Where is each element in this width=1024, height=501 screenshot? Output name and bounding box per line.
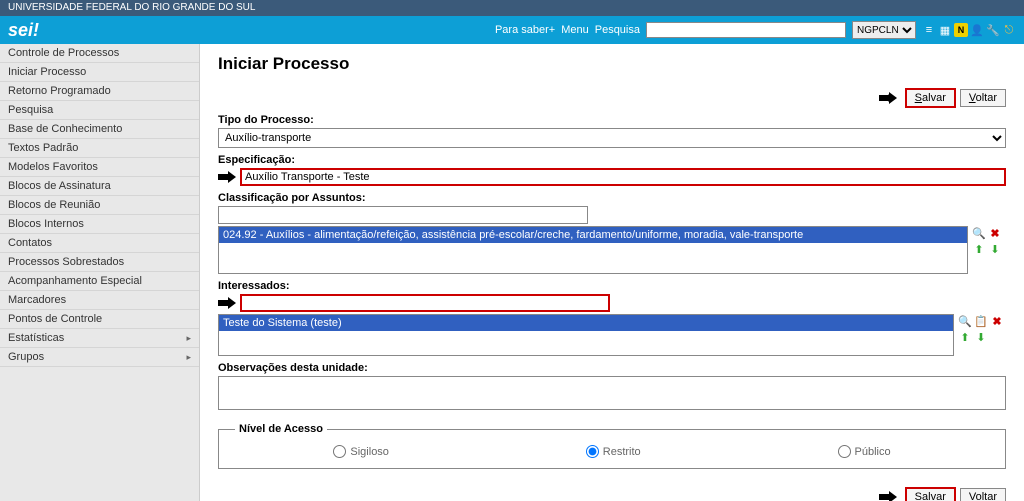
sidebar: Controle de Processos Iniciar Processo R… [0, 44, 200, 501]
delete-icon[interactable]: ✖ [990, 314, 1004, 328]
logo: sei! [8, 20, 39, 41]
interessados-label: Interessados: [218, 280, 1006, 292]
salvar-button-bottom[interactable]: Salvar [905, 487, 956, 501]
publico-radio[interactable] [838, 445, 851, 458]
restrito-radio-group[interactable]: Restrito [586, 445, 641, 458]
sidebar-item-blocos-reuniao[interactable]: Blocos de Reunião [0, 196, 199, 215]
sidebar-item-contatos[interactable]: Contatos [0, 234, 199, 253]
sidebar-item-grupos[interactable]: Grupos▸ [0, 348, 199, 367]
sigiloso-radio[interactable] [333, 445, 346, 458]
sidebar-item-textos-padrao[interactable]: Textos Padrão [0, 139, 199, 158]
user-icon[interactable]: 👤 [970, 23, 984, 37]
sigiloso-radio-group[interactable]: Sigiloso [333, 445, 389, 458]
search-icon[interactable]: 🔍 [958, 314, 972, 328]
move-down-icon[interactable]: ⬇ [974, 330, 988, 344]
classificacao-item[interactable]: 024.92 - Auxílios - alimentação/refeição… [219, 227, 967, 243]
arrow-annotation-icon [218, 297, 238, 309]
move-up-icon[interactable]: ⬆ [958, 330, 972, 344]
sidebar-item-controle-processos[interactable]: Controle de Processos [0, 44, 199, 63]
interessados-listbox[interactable]: Teste do Sistema (teste) [218, 314, 954, 356]
especificacao-input[interactable] [240, 168, 1006, 186]
arrow-annotation-icon [218, 171, 238, 183]
nivel-acesso-legend: Nível de Acesso [235, 423, 327, 435]
tipo-processo-select[interactable]: Auxílio-transporte [218, 128, 1006, 148]
voltar-button[interactable]: Voltar [960, 89, 1006, 107]
list-icon[interactable]: ≡ [922, 23, 936, 37]
novidades-icon[interactable]: N [954, 23, 968, 37]
institution-bar: UNIVERSIDADE FEDERAL DO RIO GRANDE DO SU… [0, 0, 1024, 16]
sidebar-item-base-conhecimento[interactable]: Base de Conhecimento [0, 120, 199, 139]
search-input[interactable] [646, 22, 846, 38]
page-title: Iniciar Processo [218, 54, 1006, 74]
sidebar-item-modelos-favoritos[interactable]: Modelos Favoritos [0, 158, 199, 177]
header-icons: ≡ ▦ N 👤 🔧 ⎋ [922, 23, 1016, 37]
observacoes-label: Observações desta unidade: [218, 362, 1006, 374]
classificacao-listbox[interactable]: 024.92 - Auxílios - alimentação/refeição… [218, 226, 968, 274]
sidebar-item-pontos-controle[interactable]: Pontos de Controle [0, 310, 199, 329]
exit-icon[interactable]: ⎋ [1002, 23, 1016, 37]
arrow-annotation-icon [879, 491, 901, 501]
move-up-icon[interactable]: ⬆ [972, 242, 986, 256]
menu-link[interactable]: Menu [561, 24, 589, 36]
sidebar-item-pesquisa[interactable]: Pesquisa [0, 101, 199, 120]
delete-icon[interactable]: ✖ [988, 226, 1002, 240]
main-content: Iniciar Processo Salvar Voltar Tipo do P… [200, 44, 1024, 501]
header: sei! Para saber+ Menu Pesquisa NGPCLN ≡ … [0, 16, 1024, 44]
sidebar-item-iniciar-processo[interactable]: Iniciar Processo [0, 63, 199, 82]
observacoes-textarea[interactable] [218, 376, 1006, 410]
para-saber-link[interactable]: Para saber+ [495, 24, 555, 36]
sidebar-item-blocos-internos[interactable]: Blocos Internos [0, 215, 199, 234]
interessados-search-input[interactable] [240, 294, 610, 312]
search-icon[interactable]: 🔍 [972, 226, 986, 240]
sidebar-item-blocos-assinatura[interactable]: Blocos de Assinatura [0, 177, 199, 196]
chevron-right-icon: ▸ [186, 333, 191, 344]
classificacao-label: Classificação por Assuntos: [218, 192, 1006, 204]
sidebar-item-marcadores[interactable]: Marcadores [0, 291, 199, 310]
move-down-icon[interactable]: ⬇ [988, 242, 1002, 256]
salvar-button[interactable]: Salvar [905, 88, 956, 108]
restrito-radio[interactable] [586, 445, 599, 458]
sidebar-item-estatisticas[interactable]: Estatísticas▸ [0, 329, 199, 348]
classificacao-search-input[interactable] [218, 206, 588, 224]
interessados-item[interactable]: Teste do Sistema (teste) [219, 315, 953, 331]
especificacao-label: Especificação: [218, 154, 1006, 166]
grid-icon[interactable]: ▦ [938, 23, 952, 37]
voltar-button-bottom[interactable]: Voltar [960, 488, 1006, 501]
arrow-annotation-icon [879, 92, 901, 104]
nivel-acesso-fieldset: Nível de Acesso Sigiloso Restrito Públic… [218, 423, 1006, 469]
sidebar-item-acompanhamento-especial[interactable]: Acompanhamento Especial [0, 272, 199, 291]
unit-select[interactable]: NGPCLN [852, 21, 916, 39]
chevron-right-icon: ▸ [186, 352, 191, 363]
config-icon[interactable]: 🔧 [986, 23, 1000, 37]
sidebar-item-retorno-programado[interactable]: Retorno Programado [0, 82, 199, 101]
pesquisa-link[interactable]: Pesquisa [595, 24, 640, 36]
tipo-processo-label: Tipo do Processo: [218, 114, 1006, 126]
edit-icon[interactable]: 📋 [974, 314, 988, 328]
publico-radio-group[interactable]: Público [838, 445, 891, 458]
sidebar-item-processos-sobrestados[interactable]: Processos Sobrestados [0, 253, 199, 272]
